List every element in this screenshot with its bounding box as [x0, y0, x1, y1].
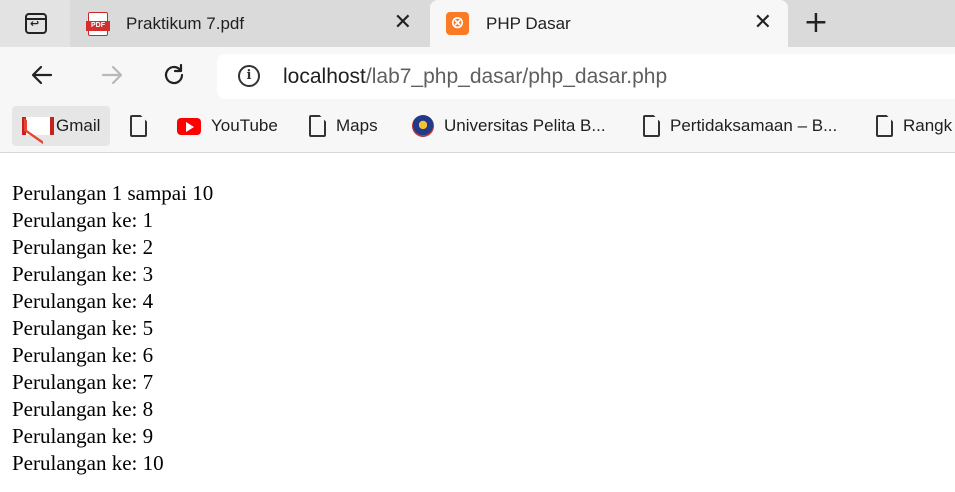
- reload-icon: [164, 63, 184, 85]
- navigation-toolbar: i localhost/lab7_php_dasar/php_dasar.php: [0, 47, 955, 103]
- url-path: /lab7_php_dasar/php_dasar.php: [365, 65, 668, 88]
- loop-line: Perulangan ke: 5: [12, 316, 154, 340]
- tab-title: Praktikum 7.pdf: [126, 14, 245, 33]
- bookmark-label: Universitas Pelita B...: [444, 116, 606, 135]
- tab-actions-icon: [25, 13, 47, 34]
- page-heading-text: Perulangan 1 sampai 10: [12, 181, 214, 205]
- bookmark-label: YouTube: [211, 116, 278, 135]
- close-icon[interactable]: ✕: [394, 12, 412, 34]
- bookmark-maps[interactable]: Maps: [309, 106, 378, 146]
- loop-line: Perulangan ke: 1: [12, 208, 154, 232]
- university-logo-icon: [412, 115, 434, 137]
- page-content: Perulangan 1 sampai 10 Perulangan ke: 1 …: [12, 180, 213, 477]
- close-icon[interactable]: ✕: [754, 12, 772, 34]
- tab-php-dasar[interactable]: ⊗ PHP Dasar ✕: [430, 0, 788, 47]
- url-host: localhost: [283, 65, 366, 88]
- loop-line: Perulangan ke: 2: [12, 235, 154, 259]
- loop-line: Perulangan ke: 8: [12, 397, 154, 421]
- tab-actions-menu-button[interactable]: [0, 0, 70, 47]
- loop-line: Perulangan ke: 4: [12, 289, 154, 313]
- loop-line: Perulangan ke: 3: [12, 262, 154, 286]
- site-info-icon[interactable]: i: [238, 65, 260, 87]
- document-icon: [876, 115, 893, 137]
- address-bar[interactable]: i localhost/lab7_php_dasar/php_dasar.php: [217, 54, 955, 99]
- bookmark-label: Rangk: [903, 116, 953, 135]
- forward-arrow-icon: [101, 65, 123, 85]
- xampp-icon: ⊗: [446, 12, 469, 35]
- bookmark-pertidaksamaan[interactable]: Pertidaksamaan – B...: [643, 106, 837, 146]
- loop-line: Perulangan ke: 9: [12, 424, 154, 448]
- bookmark-label: Pertidaksamaan – B...: [670, 116, 838, 135]
- new-tab-button[interactable]: +: [800, 8, 832, 40]
- bookmark-untitled[interactable]: [130, 106, 157, 146]
- document-icon: [130, 115, 147, 137]
- tab-praktikum-pdf[interactable]: PDF Praktikum 7.pdf ✕: [70, 0, 428, 47]
- bookmark-gmail[interactable]: Gmail: [12, 106, 111, 146]
- reload-button[interactable]: [156, 57, 192, 93]
- bookmark-universitas-pelita[interactable]: Universitas Pelita B...: [412, 106, 606, 146]
- youtube-icon: [177, 117, 201, 135]
- url-text[interactable]: localhost/lab7_php_dasar/php_dasar.php: [283, 64, 667, 90]
- forward-button[interactable]: [94, 57, 130, 93]
- back-arrow-icon: [31, 65, 53, 85]
- tab-strip: PDF Praktikum 7.pdf ✕ ⊗ PHP Dasar ✕ +: [0, 0, 955, 47]
- loop-line: Perulangan ke: 7: [12, 370, 154, 394]
- bookmarks-bar: Gmail YouTube Maps Universitas Pelita B.…: [0, 103, 955, 153]
- gmail-icon: [22, 117, 54, 135]
- document-icon: [309, 115, 326, 137]
- loop-line: Perulangan ke: 10: [12, 451, 164, 475]
- document-icon: [643, 115, 660, 137]
- bookmark-youtube[interactable]: YouTube: [177, 106, 278, 146]
- loop-line: Perulangan ke: 6: [12, 343, 154, 367]
- bookmark-label: Maps: [336, 116, 378, 135]
- bookmark-rangk[interactable]: Rangk: [876, 106, 952, 146]
- tab-title: PHP Dasar: [486, 14, 571, 33]
- pdf-icon: PDF: [86, 12, 110, 36]
- back-button[interactable]: [24, 57, 60, 93]
- bookmark-label: Gmail: [56, 116, 101, 135]
